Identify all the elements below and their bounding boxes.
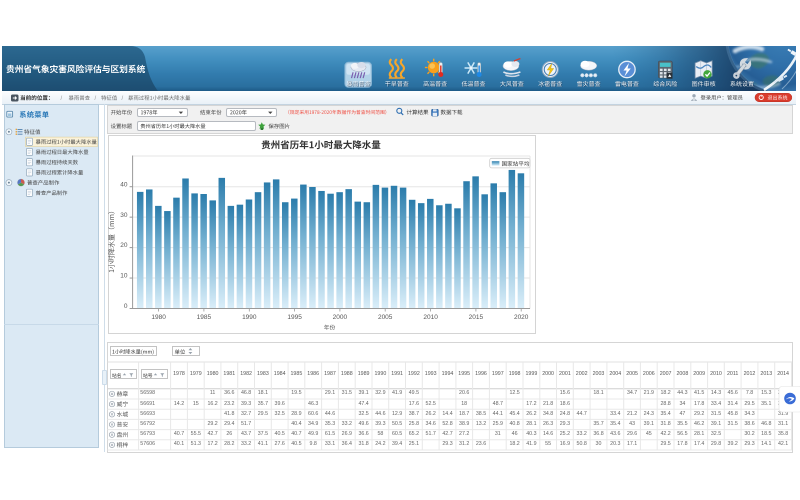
svg-text:40: 40 <box>120 181 128 188</box>
svg-text:/: / <box>95 96 97 102</box>
svg-text:2005: 2005 <box>378 314 393 321</box>
svg-text:/: / <box>61 96 63 102</box>
svg-text:2010: 2010 <box>423 314 438 321</box>
svg-text:2015: 2015 <box>469 314 484 321</box>
svg-text:2020: 2020 <box>514 314 529 321</box>
svg-text:20: 20 <box>120 242 128 249</box>
svg-text:1990: 1990 <box>242 314 257 321</box>
svg-text:30: 30 <box>120 212 128 219</box>
svg-text:/: / <box>122 96 124 102</box>
svg-text:1980: 1980 <box>151 314 166 321</box>
svg-text:2000: 2000 <box>333 314 348 321</box>
svg-text:1995: 1995 <box>287 314 302 321</box>
svg-text:10: 10 <box>120 273 128 280</box>
svg-text:0: 0 <box>124 303 128 310</box>
svg-text:1985: 1985 <box>197 314 212 321</box>
